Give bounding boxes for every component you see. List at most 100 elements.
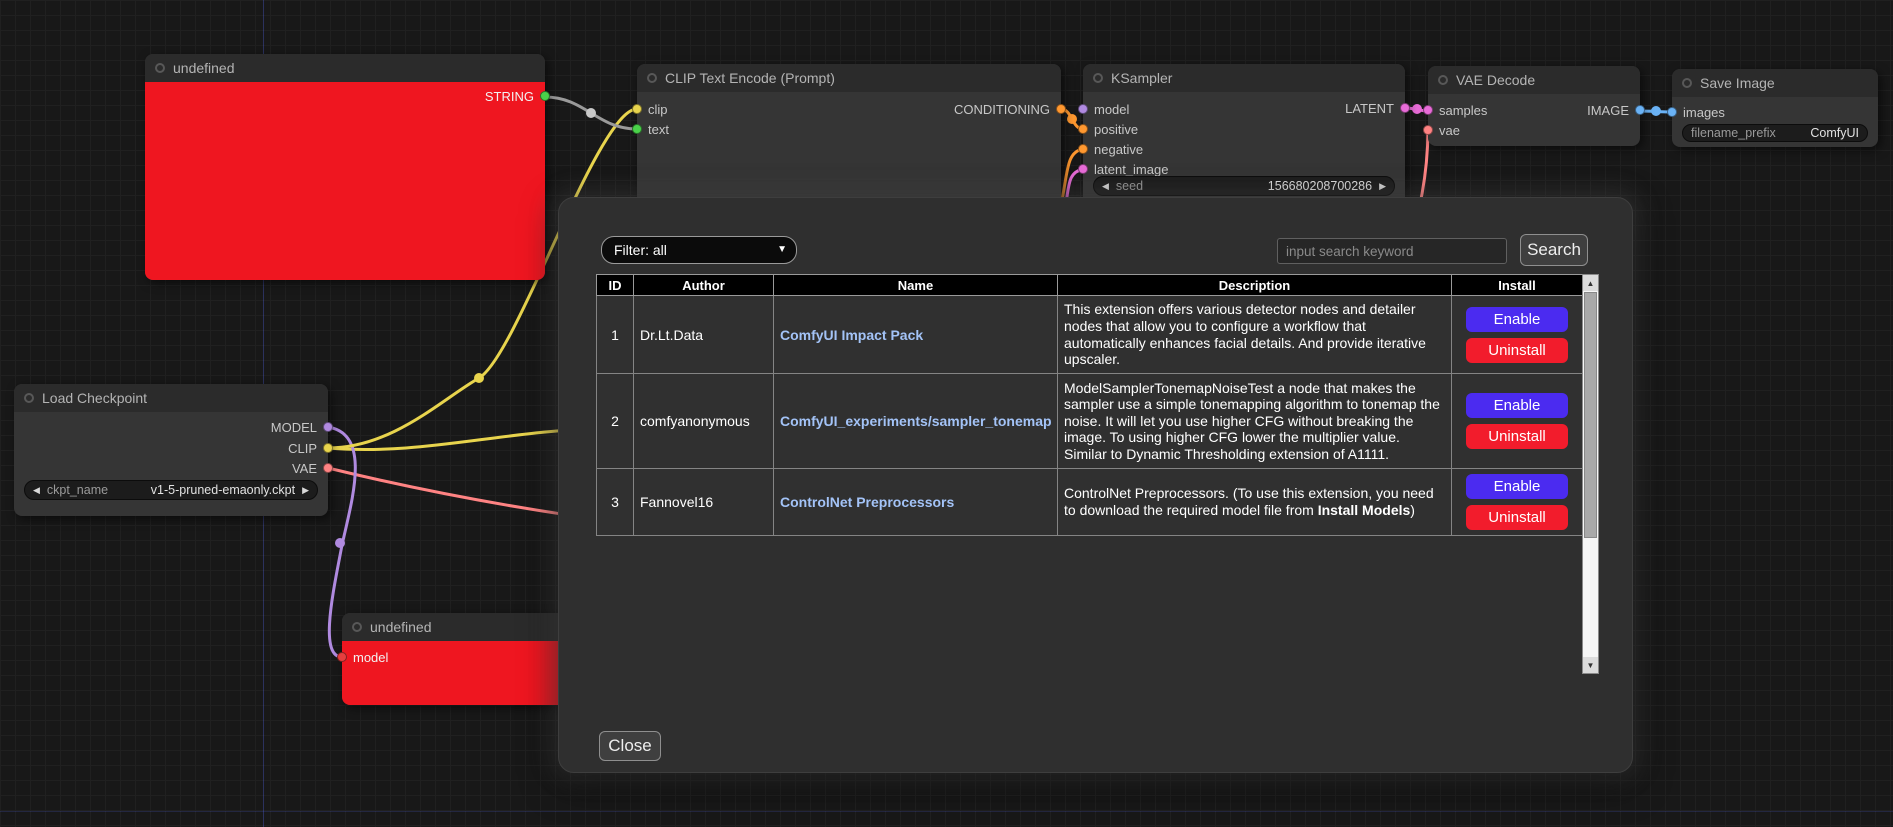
cell-description: ControlNet Preprocessors. (To use this e… [1058,469,1452,536]
slot-dot-icon[interactable] [1056,104,1066,114]
node-canvas[interactable]: undefined STRING CLIP Text Encode (Promp… [0,0,1893,827]
search-input[interactable] [1277,238,1507,264]
node-clip-text-encode[interactable]: CLIP Text Encode (Prompt) clip text COND… [637,64,1061,214]
node-undefined-bottom[interactable]: undefined model [342,613,582,705]
scroll-down-icon[interactable]: ▼ [1583,657,1598,673]
slot-dot-icon[interactable] [1400,103,1410,113]
slot-label: latent_image [1094,162,1168,177]
description-bold: Install Models [1318,502,1411,518]
widget-value: 156680208700286 [1268,179,1372,193]
output-slot-string[interactable]: STRING [485,89,550,103]
cell-install: Enable Uninstall [1452,296,1583,374]
slot-dot-icon[interactable] [323,443,333,453]
filter-select[interactable]: Filter: all [601,236,797,264]
output-slot-image[interactable]: IMAGE [1587,103,1645,117]
slot-dot-icon[interactable] [1078,164,1088,174]
table-row: 1 Dr.Lt.Data ComfyUI Impact Pack This ex… [597,296,1583,374]
slot-dot-icon[interactable] [1423,105,1433,115]
input-slot-model[interactable]: model [1078,102,1129,116]
arrow-right-icon[interactable]: ▶ [1379,181,1386,192]
output-slot-latent[interactable]: LATENT [1345,101,1410,115]
slot-dot-icon[interactable] [540,91,550,101]
slot-label: model [353,650,388,665]
arrow-left-icon[interactable]: ◀ [1102,181,1109,192]
input-slot-text[interactable]: text [632,122,669,136]
slot-dot-icon[interactable] [632,124,642,134]
cell-name: ControlNet Preprocessors [774,469,1058,536]
input-slot-images[interactable]: images [1667,105,1725,119]
slot-dot-icon[interactable] [1423,125,1433,135]
enable-button[interactable]: Enable [1466,393,1568,418]
scroll-up-icon[interactable]: ▲ [1583,275,1598,291]
col-header-id: ID [597,275,634,296]
input-slot-samples[interactable]: samples [1423,103,1487,117]
scrollbar-thumb[interactable] [1584,292,1597,538]
node-header[interactable]: undefined [145,54,545,82]
input-slot-clip[interactable]: clip [632,102,668,116]
close-button[interactable]: Close [599,731,661,761]
node-undefined-top[interactable]: undefined STRING [145,54,545,280]
slot-dot-icon[interactable] [1078,104,1088,114]
arrow-left-icon[interactable]: ◀ [33,485,40,496]
enable-button[interactable]: Enable [1466,474,1568,499]
cell-install: Enable Uninstall [1452,374,1583,469]
input-slot-latent-image[interactable]: latent_image [1078,162,1168,176]
link-dot [335,538,345,548]
collapse-dot-icon[interactable] [155,63,165,73]
slot-dot-icon[interactable] [1078,144,1088,154]
input-slot-vae[interactable]: vae [1423,123,1460,137]
enable-button[interactable]: Enable [1466,307,1568,332]
node-save-image[interactable]: Save Image images filename_prefix ComfyU… [1672,69,1878,147]
collapse-dot-icon[interactable] [352,622,362,632]
widget-label: seed [1116,179,1143,193]
collapse-dot-icon[interactable] [1438,75,1448,85]
filename-prefix-widget[interactable]: filename_prefix ComfyUI [1682,124,1868,142]
node-header[interactable]: KSampler [1083,64,1405,92]
node-header[interactable]: VAE Decode [1428,66,1640,94]
uninstall-button[interactable]: Uninstall [1466,338,1568,363]
collapse-dot-icon[interactable] [647,73,657,83]
slot-dot-icon[interactable] [323,463,333,473]
extension-link[interactable]: ControlNet Preprocessors [780,494,954,510]
slot-dot-icon[interactable] [337,652,347,662]
collapse-dot-icon[interactable] [1682,78,1692,88]
search-button[interactable]: Search [1520,234,1588,266]
node-header[interactable]: Load Checkpoint [14,384,328,412]
output-slot-model[interactable]: MODEL [271,420,333,434]
slot-dot-icon[interactable] [1078,124,1088,134]
widget-value: v1-5-pruned-emaonly.ckpt [151,483,295,497]
slot-dot-icon[interactable] [1667,107,1677,117]
slot-dot-icon[interactable] [323,422,333,432]
node-title-text: CLIP Text Encode (Prompt) [665,70,835,86]
slot-label: IMAGE [1587,103,1629,118]
uninstall-button[interactable]: Uninstall [1466,505,1568,530]
slot-dot-icon[interactable] [632,104,642,114]
slot-dot-icon[interactable] [1635,105,1645,115]
table-scrollbar[interactable]: ▲ ▼ [1582,274,1599,674]
node-header[interactable]: Save Image [1672,69,1878,97]
collapse-dot-icon[interactable] [1093,73,1103,83]
extension-link[interactable]: ComfyUI_experiments/sampler_tonemap [780,413,1052,429]
extension-link[interactable]: ComfyUI Impact Pack [780,327,923,343]
input-slot-model[interactable]: model [337,650,388,664]
slot-label: vae [1439,123,1460,138]
output-slot-clip[interactable]: CLIP [288,441,333,455]
node-vae-decode[interactable]: VAE Decode samples vae IMAGE [1428,66,1640,146]
input-slot-positive[interactable]: positive [1078,122,1138,136]
output-slot-vae[interactable]: VAE [292,461,333,475]
description-end: ) [1410,502,1415,518]
ckpt-name-widget[interactable]: ◀ ckpt_name v1-5-pruned-emaonly.ckpt ▶ [24,480,318,500]
collapse-dot-icon[interactable] [24,393,34,403]
uninstall-button[interactable]: Uninstall [1466,424,1568,449]
node-ksampler[interactable]: KSampler model positive negative latent_… [1083,64,1405,214]
node-header[interactable]: CLIP Text Encode (Prompt) [637,64,1061,92]
col-header-author: Author [634,275,774,296]
arrow-right-icon[interactable]: ▶ [302,485,309,496]
output-slot-conditioning[interactable]: CONDITIONING [954,102,1066,116]
extension-manager-dialog: Filter: all ▼ Search ID Author Name Desc… [558,197,1633,773]
node-header[interactable]: undefined [342,613,582,641]
node-load-checkpoint[interactable]: Load Checkpoint MODEL CLIP VAE ◀ ckpt_na… [14,384,328,516]
seed-widget[interactable]: ◀ seed 156680208700286 ▶ [1093,176,1395,196]
node-title-text: undefined [370,619,432,635]
input-slot-negative[interactable]: negative [1078,142,1143,156]
